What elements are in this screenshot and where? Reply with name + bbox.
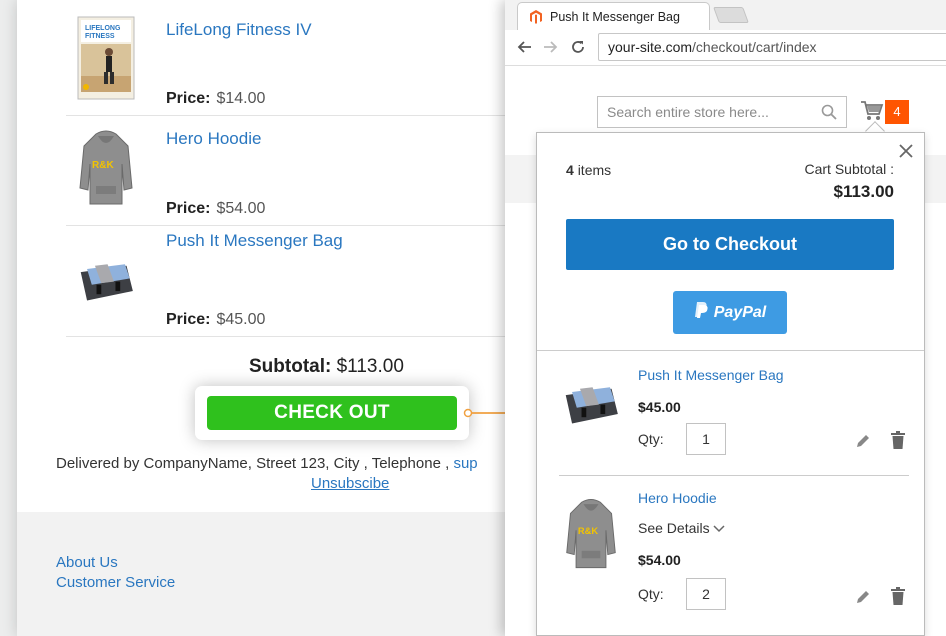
cart-subtotal-label: Cart Subtotal : — [804, 161, 895, 177]
pencil-icon[interactable] — [855, 433, 871, 449]
trash-icon[interactable] — [890, 587, 906, 605]
svg-text:LIFELONG: LIFELONG — [85, 25, 121, 32]
paypal-button[interactable]: PayPal — [673, 291, 787, 334]
messenger-bag-icon — [559, 361, 623, 445]
address-bar[interactable]: your-site.com/checkout/cart/index — [598, 33, 946, 61]
tab-bar: Push It Messenger Bag — [505, 0, 946, 31]
minicart-item-count: 4 items — [566, 162, 611, 178]
subtotal-label: Subtotal: — [249, 356, 332, 377]
go-to-checkout-button[interactable]: Go to Checkout — [566, 219, 894, 270]
email-item-name-link[interactable]: LifeLong Fitness IV — [166, 20, 312, 40]
price-value: $45.00 — [216, 311, 266, 328]
minicart-item-name-link[interactable]: Hero Hoodie — [638, 490, 717, 506]
email-item-price: Price: $14.00 — [166, 90, 265, 108]
minicart-item-name-link[interactable]: Push It Messenger Bag — [638, 367, 784, 383]
email-subtotal: Subtotal: $113.00 — [249, 356, 404, 378]
store-search — [597, 96, 847, 128]
about-us-link[interactable]: About Us — [56, 554, 118, 571]
delivered-by-text: Delivered by CompanyName, Street 123, Ci… — [56, 455, 478, 472]
close-icon[interactable] — [898, 143, 914, 159]
price-label: Price: — [166, 90, 211, 107]
order-email: LIFELONG FITNESS LifeLong Fitness IV Pri… — [17, 0, 517, 636]
price-value: $14.00 — [216, 90, 266, 107]
chevron-down-icon — [713, 520, 726, 536]
cart-icon[interactable] — [860, 100, 884, 122]
cart-subtotal-value: $113.00 — [833, 182, 894, 201]
hoodie-icon: R&K — [559, 492, 623, 576]
qty-input[interactable] — [686, 578, 726, 610]
new-tab-button[interactable] — [713, 7, 749, 23]
minicart-item-price: $54.00 — [638, 552, 681, 568]
paypal-label: PayPal — [713, 303, 767, 321]
email-item: R&K Hero Hoodie Price: $54.00 — [66, 116, 506, 226]
email-item-name-link[interactable]: Push It Messenger Bag — [166, 231, 343, 251]
company-address: Delivered by CompanyName, Street 123, Ci… — [56, 455, 450, 472]
browser-window: Push It Messenger Bag your-site.com/chec… — [505, 0, 946, 636]
reload-icon[interactable] — [567, 36, 589, 58]
url-host: your-site.com — [608, 39, 693, 55]
messenger-bag-icon — [76, 240, 136, 320]
check-out-button[interactable]: CHECK OUT — [207, 396, 457, 430]
hoodie-icon: R&K — [76, 128, 136, 208]
item-count-value: 4 — [566, 162, 574, 178]
paypal-logo-icon — [694, 301, 708, 324]
price-label: Price: — [166, 311, 211, 328]
email-footer: About Us Customer Service — [17, 512, 517, 636]
support-link[interactable]: sup — [453, 455, 477, 472]
price-label: Price: — [166, 200, 211, 217]
minicart-item: Push It Messenger Bag $45.00 Qty: — [559, 351, 909, 475]
browser-tab[interactable]: Push It Messenger Bag — [517, 2, 710, 31]
unsubscribe-link[interactable]: Unsubscibe — [311, 475, 389, 492]
minicart-item: R&K Hero Hoodie See Details $54.00 Qty: — [559, 476, 909, 636]
dvd-cover-icon: LIFELONG FITNESS — [76, 16, 136, 100]
qty-label: Qty: — [638, 431, 664, 447]
search-icon[interactable] — [821, 104, 837, 120]
qty-label: Qty: — [638, 586, 664, 602]
price-value: $54.00 — [216, 200, 266, 217]
magento-logo-icon — [529, 10, 543, 24]
see-details-label: See Details — [638, 520, 710, 536]
subtotal-value: $113.00 — [336, 356, 404, 377]
pencil-icon[interactable] — [855, 589, 871, 605]
checkout-highlight: CHECK OUT — [195, 386, 469, 440]
email-item: LIFELONG FITNESS LifeLong Fitness IV Pri… — [66, 0, 506, 116]
minicart-dropdown: 4 items Cart Subtotal : $113.00 Go to Ch… — [536, 132, 925, 636]
customer-service-link[interactable]: Customer Service — [56, 574, 175, 591]
browser-toolbar: your-site.com/checkout/cart/index — [505, 30, 946, 66]
email-item: Push It Messenger Bag Price: $45.00 — [66, 226, 506, 337]
tab-title: Push It Messenger Bag — [550, 10, 680, 24]
email-item-name-link[interactable]: Hero Hoodie — [166, 129, 261, 149]
forward-icon[interactable] — [540, 36, 562, 58]
see-details-toggle[interactable]: See Details — [638, 520, 726, 536]
svg-text:FITNESS: FITNESS — [85, 33, 115, 40]
minicart-item-price: $45.00 — [638, 399, 681, 415]
svg-text:R&K: R&K — [578, 526, 598, 536]
trash-icon[interactable] — [890, 431, 906, 449]
svg-text:R&K: R&K — [92, 160, 114, 171]
qty-input[interactable] — [686, 423, 726, 455]
item-count-suffix: items — [577, 162, 612, 178]
email-item-price: Price: $54.00 — [166, 200, 265, 218]
url-path: /checkout/cart/index — [692, 39, 817, 55]
back-icon[interactable] — [513, 36, 535, 58]
email-item-price: Price: $45.00 — [166, 311, 265, 329]
cart-count-badge[interactable]: 4 — [885, 100, 909, 124]
search-input[interactable] — [598, 97, 813, 127]
